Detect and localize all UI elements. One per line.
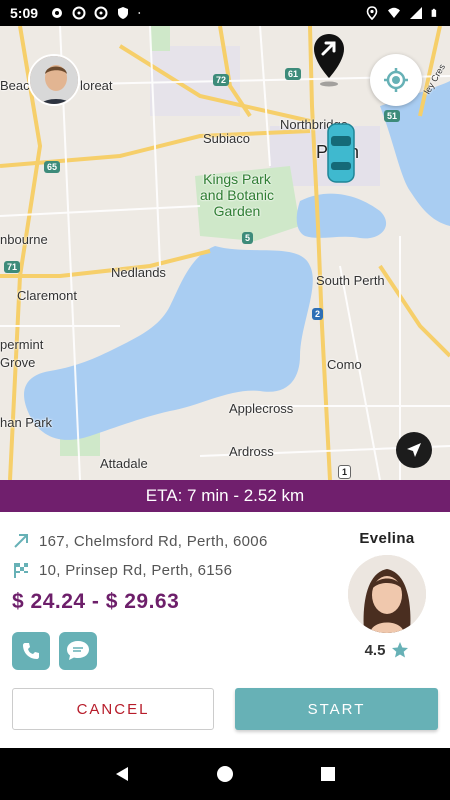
pickup-row: 167, Chelmsford Rd, Perth, 6006 xyxy=(12,532,268,550)
call-button[interactable] xyxy=(12,632,50,670)
route-shield-1: 1 xyxy=(338,465,352,479)
battery-icon xyxy=(431,8,437,17)
map-label-ardross: Ardross xyxy=(229,444,274,459)
map-label-kings-park: Kings Park and Botanic Garden xyxy=(200,171,274,219)
map-label-attadale: Attadale xyxy=(100,456,148,471)
home-icon[interactable] xyxy=(216,765,234,783)
rider-avatar[interactable] xyxy=(348,555,426,633)
driver-avatar[interactable] xyxy=(28,54,80,106)
message-button[interactable] xyxy=(59,632,97,670)
destination-pin-icon[interactable] xyxy=(312,32,346,88)
recents-icon[interactable] xyxy=(319,765,337,783)
navigation-arrow-icon xyxy=(407,443,421,457)
dropoff-row: 10, Prinsep Rd, Perth, 6156 xyxy=(12,561,232,579)
route-shield-71: 71 xyxy=(4,261,21,273)
map-label-subiaco: Subiaco xyxy=(203,131,250,146)
trip-details-panel: 167, Chelmsford Rd, Perth, 6006 10, Prin… xyxy=(0,512,450,748)
wifi-icon xyxy=(388,7,400,18)
route-shield-65: 65 xyxy=(44,161,61,173)
map-label-south-perth: South Perth xyxy=(316,273,385,288)
my-location-button[interactable] xyxy=(370,54,422,106)
navigate-button[interactable] xyxy=(396,432,432,468)
eta-banner: ETA: 7 min - 2.52 km xyxy=(0,480,450,512)
pickup-address: 167, Chelmsford Rd, Perth, 6006 xyxy=(39,532,268,550)
location-icon xyxy=(366,6,378,20)
car-marker-icon xyxy=(327,123,355,183)
dropoff-address: 10, Prinsep Rd, Perth, 6156 xyxy=(39,561,233,579)
rider-rating: 4.5 xyxy=(343,641,431,659)
route-shield-5: 5 xyxy=(242,232,254,244)
system-navigation-bar xyxy=(0,748,450,800)
map-label-freshwater: han Park xyxy=(0,415,53,430)
status-bar: 5:09 xyxy=(0,0,450,26)
route-shield-61: 61 xyxy=(285,68,302,80)
route-shield-2: 2 xyxy=(312,308,324,320)
map-label-claremont: Claremont xyxy=(17,288,77,303)
star-icon xyxy=(392,642,409,658)
phone-icon xyxy=(23,643,39,659)
rider-info: Evelina 4.5 xyxy=(343,530,431,659)
dot-icon xyxy=(138,12,141,14)
rider-name: Evelina xyxy=(359,530,415,547)
cancel-button[interactable]: CANCEL xyxy=(12,688,214,730)
map-label-floreat: loreat xyxy=(80,78,113,93)
route-shield-51: 51 xyxy=(384,110,401,122)
map-view[interactable]: Beac loreat Northbridge Perth Subiaco Ki… xyxy=(0,26,450,480)
gear-icon xyxy=(52,8,63,18)
checkered-flag-icon xyxy=(14,563,28,578)
status-time: 5:09 xyxy=(10,5,39,21)
map-label-beaconsfield: Beac xyxy=(0,78,30,93)
pickup-arrow-icon xyxy=(14,534,28,548)
shield-icon xyxy=(118,7,129,19)
signal-icon xyxy=(410,7,422,19)
map-label-como: Como xyxy=(327,357,362,372)
start-button[interactable]: START xyxy=(235,688,438,730)
crosshair-icon xyxy=(384,68,408,92)
map-label-mosman: nbourne xyxy=(0,232,48,247)
back-icon[interactable] xyxy=(113,765,131,783)
steering-wheel-icon xyxy=(94,6,108,20)
steering-wheel-icon xyxy=(72,6,86,20)
map-label-nedlands: Nedlands xyxy=(111,265,166,280)
chat-bubble-icon xyxy=(67,641,89,660)
map-label-peppermint-grove: permint Grove xyxy=(0,337,44,370)
route-shield-72: 72 xyxy=(213,74,230,86)
map-label-applecross: Applecross xyxy=(229,401,294,416)
rating-value: 4.5 xyxy=(364,641,386,659)
fare-estimate: $ 24.24 - $ 29.63 xyxy=(12,590,180,613)
rider-photo-icon xyxy=(348,555,426,633)
